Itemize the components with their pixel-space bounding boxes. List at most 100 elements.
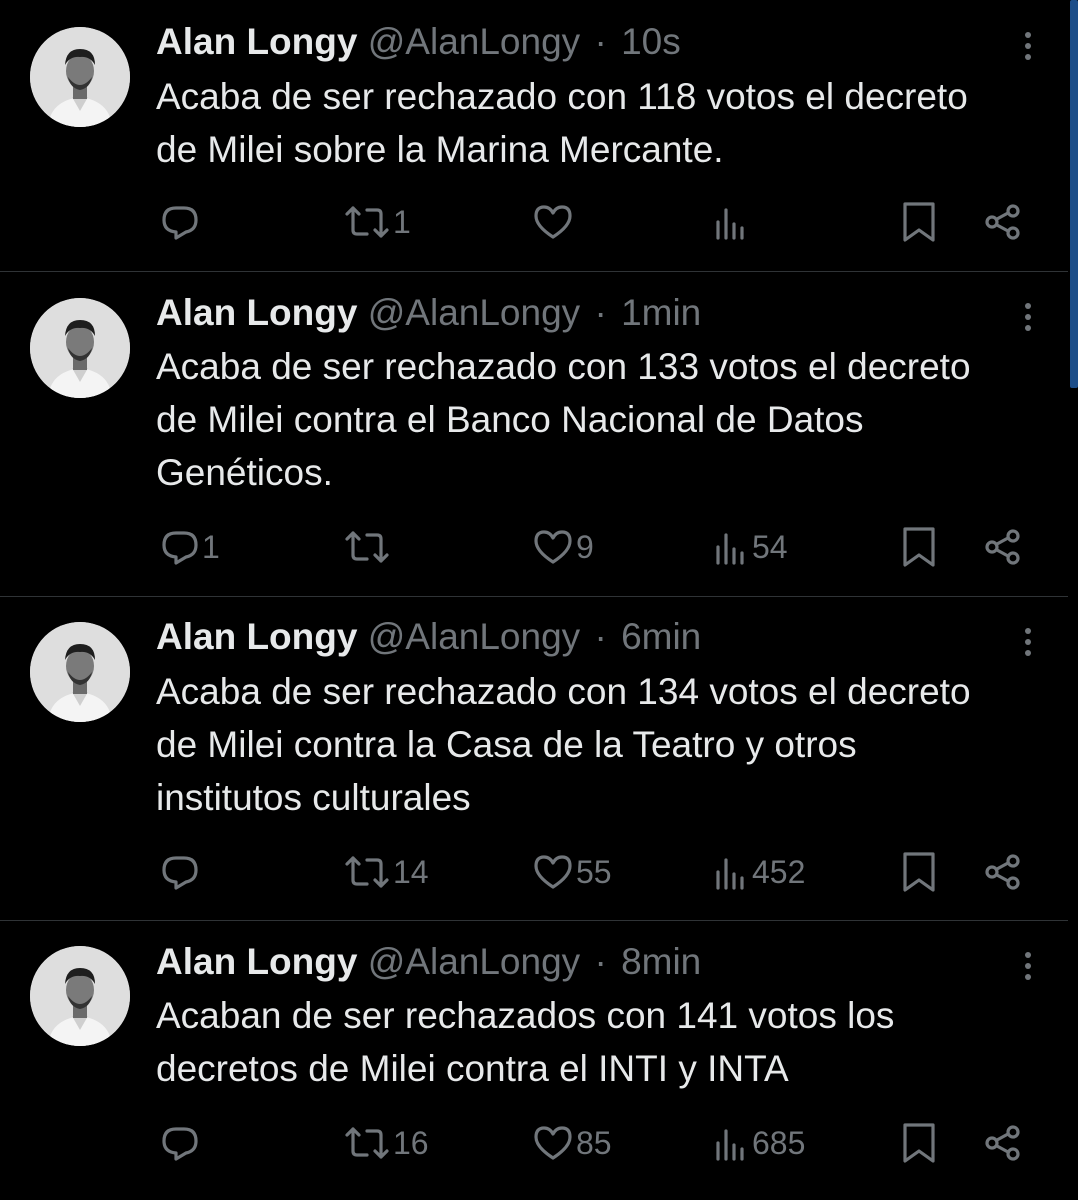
tweet-header: Alan Longy @AlanLongy · 8min bbox=[156, 942, 701, 982]
timestamp[interactable]: 6min bbox=[621, 616, 701, 657]
share-icon bbox=[985, 1125, 1020, 1161]
avatar[interactable] bbox=[30, 622, 130, 722]
tweet-text-line: Acaba de ser rechazado con 133 votos el … bbox=[156, 346, 971, 387]
action-bar: 14 55 452 bbox=[0, 848, 1068, 896]
reply-icon bbox=[162, 856, 198, 890]
separator: · bbox=[594, 21, 607, 62]
like-count: 9 bbox=[576, 528, 594, 565]
tweet-header: Alan Longy @AlanLongy · 10s bbox=[156, 22, 681, 62]
view-count: 685 bbox=[752, 1124, 806, 1161]
share-icon bbox=[985, 854, 1020, 890]
reply-icon bbox=[162, 531, 198, 565]
separator: · bbox=[594, 292, 607, 333]
tweet-text-line: decretos de Milei contra el INTI y INTA bbox=[156, 1048, 789, 1089]
tweet-2[interactable]: Alan Longy @AlanLongy · 1min Acaba de se… bbox=[0, 272, 1068, 597]
reply-icon bbox=[162, 206, 198, 240]
timestamp[interactable]: 8min bbox=[621, 941, 701, 982]
retweet-icon bbox=[345, 856, 389, 888]
tweet-header: Alan Longy @AlanLongy · 6min bbox=[156, 617, 701, 657]
heart-icon bbox=[534, 1126, 572, 1160]
reply-button[interactable] bbox=[160, 1119, 202, 1167]
bookmark-button[interactable] bbox=[900, 198, 938, 246]
retweet-icon bbox=[345, 1127, 389, 1159]
views-button[interactable]: 685 bbox=[714, 1119, 805, 1167]
bookmark-button[interactable] bbox=[900, 848, 938, 896]
share-button[interactable] bbox=[983, 848, 1023, 896]
bookmark-icon bbox=[903, 852, 935, 892]
like-button[interactable]: 9 bbox=[532, 523, 594, 571]
views-button[interactable]: 452 bbox=[714, 848, 805, 896]
scrollbar[interactable] bbox=[1070, 0, 1078, 388]
like-button[interactable] bbox=[532, 198, 576, 246]
like-count: 85 bbox=[576, 1124, 612, 1161]
tweet-text-line: Acaba de ser rechazado con 118 votos el … bbox=[156, 76, 968, 117]
avatar[interactable] bbox=[30, 298, 130, 398]
action-bar: 1 bbox=[0, 198, 1068, 246]
share-icon bbox=[985, 204, 1020, 240]
views-button[interactable] bbox=[714, 198, 752, 246]
tweet-text: Acaba de ser rechazado con 133 votos el … bbox=[156, 340, 1056, 499]
retweet-button[interactable]: 14 bbox=[343, 848, 429, 896]
share-button[interactable] bbox=[983, 523, 1023, 571]
tweet-text: Acaba de ser rechazado con 134 votos el … bbox=[156, 665, 1056, 824]
author-handle[interactable]: @AlanLongy bbox=[368, 616, 580, 657]
avatar[interactable] bbox=[30, 27, 130, 127]
tweet-text-line: de Milei contra el Banco Nacional de Dat… bbox=[156, 399, 864, 440]
author-handle[interactable]: @AlanLongy bbox=[368, 21, 580, 62]
reply-button[interactable]: 1 bbox=[160, 523, 220, 571]
bookmark-icon bbox=[903, 527, 935, 567]
author-handle[interactable]: @AlanLongy bbox=[368, 941, 580, 982]
more-options-icon[interactable] bbox=[1013, 297, 1043, 337]
view-count: 54 bbox=[752, 528, 788, 565]
share-button[interactable] bbox=[983, 198, 1023, 246]
bookmark-button[interactable] bbox=[900, 523, 938, 571]
views-button[interactable]: 54 bbox=[714, 523, 788, 571]
heart-icon bbox=[534, 855, 572, 889]
timestamp[interactable]: 10s bbox=[621, 21, 681, 62]
share-icon bbox=[985, 529, 1020, 565]
tweet-header: Alan Longy @AlanLongy · 1min bbox=[156, 293, 701, 333]
bookmark-button[interactable] bbox=[900, 1119, 938, 1167]
retweet-icon bbox=[345, 206, 389, 238]
tweet-text-line: Acaba de ser rechazado con 134 votos el … bbox=[156, 671, 971, 712]
retweet-icon bbox=[345, 531, 389, 563]
retweet-button[interactable] bbox=[343, 523, 393, 571]
tweet-text-line: Genéticos. bbox=[156, 452, 333, 493]
author-name[interactable]: Alan Longy bbox=[156, 21, 357, 62]
view-count: 452 bbox=[752, 853, 806, 890]
like-button[interactable]: 85 bbox=[532, 1119, 612, 1167]
retweet-count: 1 bbox=[393, 203, 411, 240]
tweet-1[interactable]: Alan Longy @AlanLongy · 10s Acaba de ser… bbox=[0, 0, 1068, 272]
author-name[interactable]: Alan Longy bbox=[156, 941, 357, 982]
tweet-text-line: Acaban de ser rechazados con 141 votos l… bbox=[156, 995, 895, 1036]
more-options-icon[interactable] bbox=[1013, 622, 1043, 662]
reply-button[interactable] bbox=[160, 198, 202, 246]
tweet-3[interactable]: Alan Longy @AlanLongy · 6min Acaba de se… bbox=[0, 597, 1068, 921]
separator: · bbox=[594, 616, 607, 657]
retweet-button[interactable]: 1 bbox=[343, 198, 411, 246]
timestamp[interactable]: 1min bbox=[621, 292, 701, 333]
avatar[interactable] bbox=[30, 946, 130, 1046]
more-options-icon[interactable] bbox=[1013, 26, 1043, 66]
bookmark-icon bbox=[903, 202, 935, 242]
author-name[interactable]: Alan Longy bbox=[156, 292, 357, 333]
views-icon bbox=[716, 858, 744, 890]
more-options-icon[interactable] bbox=[1013, 946, 1043, 986]
share-button[interactable] bbox=[983, 1119, 1023, 1167]
tweet-text: Acaban de ser rechazados con 141 votos l… bbox=[156, 989, 1056, 1095]
retweet-count: 14 bbox=[393, 853, 429, 890]
author-handle[interactable]: @AlanLongy bbox=[368, 292, 580, 333]
tweet-text-line: de Milei sobre la Marina Mercante. bbox=[156, 129, 724, 170]
reply-button[interactable] bbox=[160, 848, 202, 896]
reply-count: 1 bbox=[202, 528, 220, 565]
author-name[interactable]: Alan Longy bbox=[156, 616, 357, 657]
retweet-button[interactable]: 16 bbox=[343, 1119, 429, 1167]
tweet-4[interactable]: Alan Longy @AlanLongy · 8min Acaban de s… bbox=[0, 921, 1068, 1200]
action-bar: 16 85 685 bbox=[0, 1119, 1068, 1167]
like-button[interactable]: 55 bbox=[532, 848, 612, 896]
views-icon bbox=[716, 533, 744, 565]
tweet-text: Acaba de ser rechazado con 118 votos el … bbox=[156, 70, 1056, 176]
heart-icon bbox=[534, 530, 572, 564]
separator: · bbox=[594, 941, 607, 982]
action-bar: 1 9 54 bbox=[0, 523, 1068, 571]
